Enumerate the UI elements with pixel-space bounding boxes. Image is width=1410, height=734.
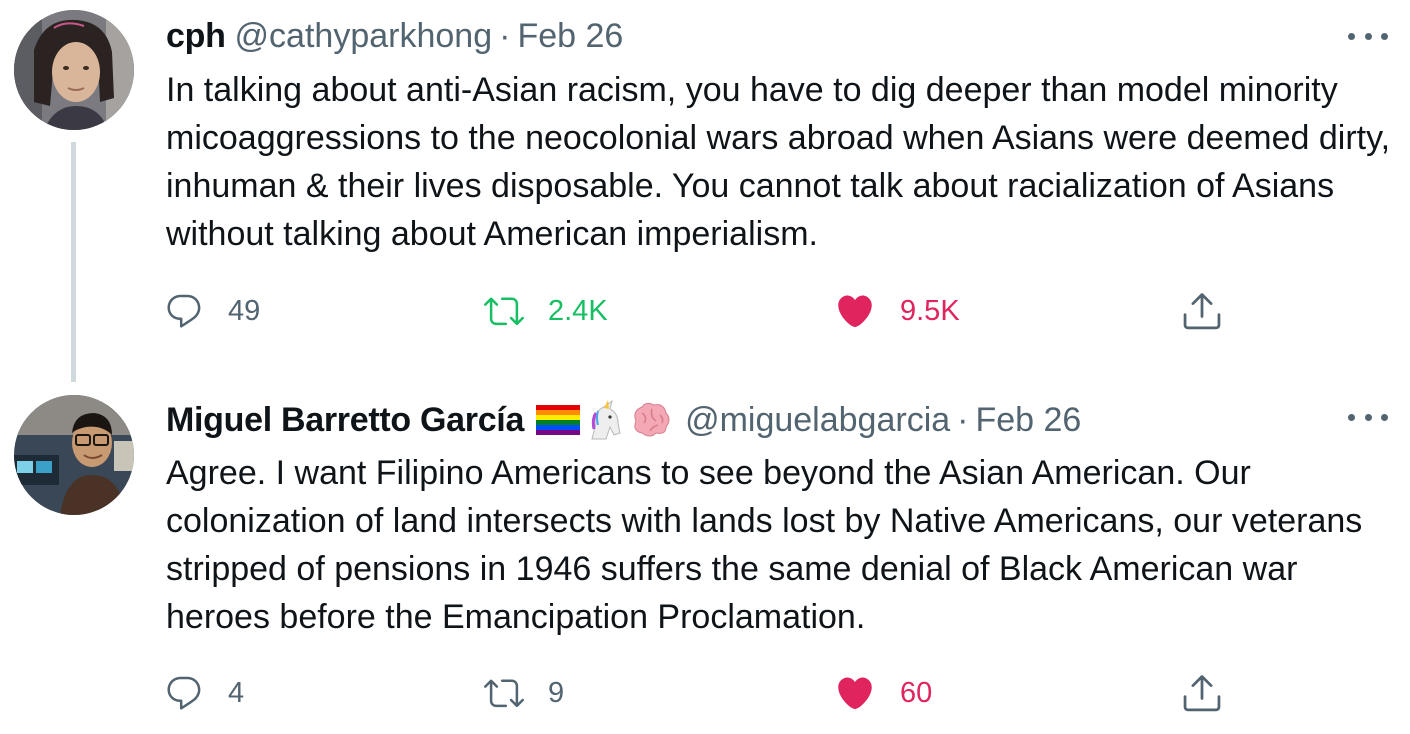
tweet-header: cph @cathyparkhong · Feb 26: [166, 16, 623, 56]
more-options-icon[interactable]: [1348, 407, 1388, 427]
display-name[interactable]: Miguel Barretto García: [166, 400, 524, 440]
retweet-icon: [484, 297, 524, 326]
like-button[interactable]: 9.5K: [834, 286, 960, 336]
retweet-count: 9: [548, 676, 565, 709]
retweet-count: 2.4K: [548, 294, 608, 327]
avatar[interactable]: [14, 395, 134, 515]
retweet-button[interactable]: 2.4K: [484, 286, 608, 336]
retweet-button[interactable]: 9: [484, 668, 564, 718]
share-button[interactable]: [1180, 668, 1224, 718]
reply-count: 49: [228, 294, 261, 327]
like-count: 60: [900, 676, 933, 709]
display-name[interactable]: cph: [166, 16, 226, 56]
tweet-actions: 49 2.4K 9.5K: [0, 286, 1410, 336]
tweet-header: Miguel Barretto García @miguelabgarcia ·…: [166, 399, 1081, 441]
thread-line: [71, 142, 76, 382]
like-button[interactable]: 60: [834, 668, 932, 718]
handle[interactable]: @cathyparkhong: [235, 16, 493, 56]
handle[interactable]: @miguelabgarcia: [685, 400, 950, 440]
tweet-actions: 4 9 60: [0, 668, 1410, 718]
timestamp[interactable]: Feb 26: [975, 400, 1081, 440]
reply-icon: [167, 294, 201, 328]
brain-icon: [630, 401, 672, 439]
separator: ·: [957, 401, 969, 439]
more-options-icon[interactable]: [1348, 26, 1388, 46]
rainbow-flag-icon: [536, 403, 581, 437]
reply-button[interactable]: 49: [164, 286, 260, 336]
share-icon: [1183, 293, 1221, 330]
tweet[interactable]: Miguel Barretto García @miguelabgarcia ·…: [0, 385, 1410, 734]
unicorn-icon: [584, 399, 626, 441]
avatar[interactable]: [14, 10, 134, 130]
reply-count: 4: [228, 676, 245, 709]
heart-icon: [838, 295, 872, 328]
heart-icon: [838, 677, 872, 710]
reply-icon: [167, 676, 201, 710]
reply-button[interactable]: 4: [164, 668, 244, 718]
share-button[interactable]: [1180, 286, 1224, 336]
share-icon: [1183, 675, 1221, 712]
timestamp[interactable]: Feb 26: [517, 16, 623, 56]
separator: ·: [499, 17, 511, 55]
retweet-icon: [484, 679, 524, 708]
name-emojis: [536, 399, 676, 441]
tweet[interactable]: cph @cathyparkhong · Feb 26 In talking a…: [0, 0, 1410, 385]
tweet-text: In talking about anti-Asian racism, you …: [166, 71, 1391, 253]
tweet-text: Agree. I want Filipino Americans to see …: [166, 454, 1363, 636]
like-count: 9.5K: [900, 294, 960, 327]
